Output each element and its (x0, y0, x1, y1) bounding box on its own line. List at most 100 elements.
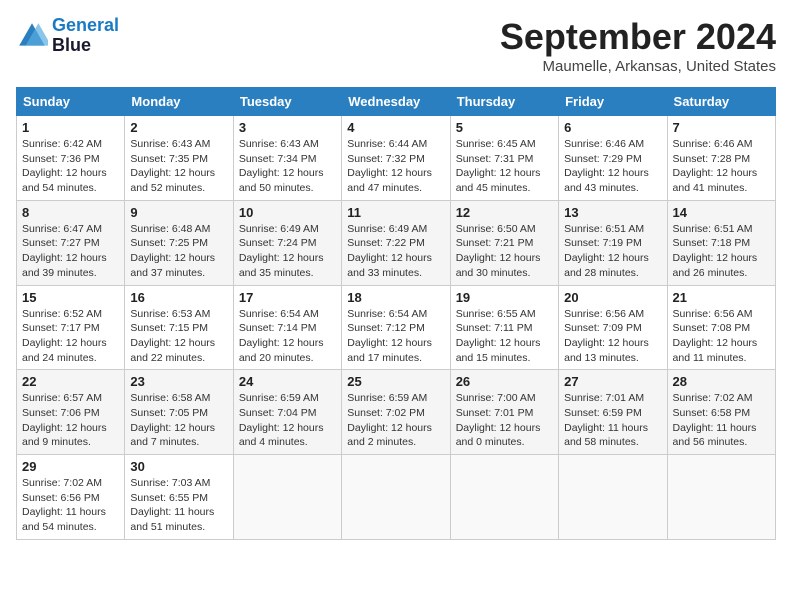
day-number: 3 (239, 120, 336, 135)
calendar-cell: 4 Sunrise: 6:44 AMSunset: 7:32 PMDayligh… (342, 116, 450, 201)
calendar-cell: 8 Sunrise: 6:47 AMSunset: 7:27 PMDayligh… (17, 200, 125, 285)
day-number: 23 (130, 374, 227, 389)
weekday-thursday: Thursday (450, 88, 558, 116)
page-header: General Blue September 2024 Maumelle, Ar… (16, 16, 776, 75)
day-number: 7 (673, 120, 770, 135)
day-info: Sunrise: 6:53 AMSunset: 7:15 PMDaylight:… (130, 307, 227, 366)
day-info: Sunrise: 6:46 AMSunset: 7:29 PMDaylight:… (564, 137, 661, 196)
day-info: Sunrise: 6:47 AMSunset: 7:27 PMDaylight:… (22, 222, 119, 281)
day-info: Sunrise: 6:58 AMSunset: 7:05 PMDaylight:… (130, 391, 227, 450)
calendar-cell: 26 Sunrise: 7:00 AMSunset: 7:01 PMDaylig… (450, 370, 558, 455)
calendar-cell: 7 Sunrise: 6:46 AMSunset: 7:28 PMDayligh… (667, 116, 775, 201)
day-info: Sunrise: 6:52 AMSunset: 7:17 PMDaylight:… (22, 307, 119, 366)
day-number: 25 (347, 374, 444, 389)
day-number: 22 (22, 374, 119, 389)
day-info: Sunrise: 6:56 AMSunset: 7:09 PMDaylight:… (564, 307, 661, 366)
weekday-tuesday: Tuesday (233, 88, 341, 116)
calendar-table: SundayMondayTuesdayWednesdayThursdayFrid… (16, 87, 776, 540)
calendar-cell: 17 Sunrise: 6:54 AMSunset: 7:14 PMDaylig… (233, 285, 341, 370)
logo: General Blue (16, 16, 119, 56)
day-info: Sunrise: 7:01 AMSunset: 6:59 PMDaylight:… (564, 391, 661, 450)
day-info: Sunrise: 6:51 AMSunset: 7:19 PMDaylight:… (564, 222, 661, 281)
calendar-cell (233, 455, 341, 540)
calendar-week-1: 1 Sunrise: 6:42 AMSunset: 7:36 PMDayligh… (17, 116, 776, 201)
day-info: Sunrise: 6:56 AMSunset: 7:08 PMDaylight:… (673, 307, 770, 366)
day-info: Sunrise: 6:45 AMSunset: 7:31 PMDaylight:… (456, 137, 553, 196)
day-number: 9 (130, 205, 227, 220)
day-number: 20 (564, 290, 661, 305)
calendar-cell (342, 455, 450, 540)
weekday-saturday: Saturday (667, 88, 775, 116)
day-number: 17 (239, 290, 336, 305)
day-number: 1 (22, 120, 119, 135)
calendar-cell: 29 Sunrise: 7:02 AMSunset: 6:56 PMDaylig… (17, 455, 125, 540)
weekday-sunday: Sunday (17, 88, 125, 116)
day-number: 26 (456, 374, 553, 389)
calendar-body: 1 Sunrise: 6:42 AMSunset: 7:36 PMDayligh… (17, 116, 776, 540)
logo-text: General Blue (52, 16, 119, 56)
calendar-cell: 18 Sunrise: 6:54 AMSunset: 7:12 PMDaylig… (342, 285, 450, 370)
calendar-cell: 3 Sunrise: 6:43 AMSunset: 7:34 PMDayligh… (233, 116, 341, 201)
day-number: 27 (564, 374, 661, 389)
logo-icon (16, 20, 48, 52)
day-info: Sunrise: 6:43 AMSunset: 7:34 PMDaylight:… (239, 137, 336, 196)
calendar-cell: 15 Sunrise: 6:52 AMSunset: 7:17 PMDaylig… (17, 285, 125, 370)
day-info: Sunrise: 6:50 AMSunset: 7:21 PMDaylight:… (456, 222, 553, 281)
day-number: 12 (456, 205, 553, 220)
day-info: Sunrise: 6:51 AMSunset: 7:18 PMDaylight:… (673, 222, 770, 281)
day-number: 5 (456, 120, 553, 135)
day-info: Sunrise: 6:49 AMSunset: 7:24 PMDaylight:… (239, 222, 336, 281)
calendar-cell: 21 Sunrise: 6:56 AMSunset: 7:08 PMDaylig… (667, 285, 775, 370)
calendar-week-4: 22 Sunrise: 6:57 AMSunset: 7:06 PMDaylig… (17, 370, 776, 455)
calendar-cell: 27 Sunrise: 7:01 AMSunset: 6:59 PMDaylig… (559, 370, 667, 455)
calendar-cell (559, 455, 667, 540)
day-info: Sunrise: 6:42 AMSunset: 7:36 PMDaylight:… (22, 137, 119, 196)
day-number: 11 (347, 205, 444, 220)
calendar-cell (450, 455, 558, 540)
day-info: Sunrise: 6:57 AMSunset: 7:06 PMDaylight:… (22, 391, 119, 450)
day-number: 24 (239, 374, 336, 389)
calendar-week-5: 29 Sunrise: 7:02 AMSunset: 6:56 PMDaylig… (17, 455, 776, 540)
day-info: Sunrise: 6:54 AMSunset: 7:12 PMDaylight:… (347, 307, 444, 366)
day-number: 19 (456, 290, 553, 305)
day-number: 2 (130, 120, 227, 135)
calendar-cell: 24 Sunrise: 6:59 AMSunset: 7:04 PMDaylig… (233, 370, 341, 455)
day-number: 6 (564, 120, 661, 135)
location: Maumelle, Arkansas, United States (500, 58, 776, 75)
calendar-cell: 22 Sunrise: 6:57 AMSunset: 7:06 PMDaylig… (17, 370, 125, 455)
title-block: September 2024 Maumelle, Arkansas, Unite… (500, 16, 776, 75)
day-info: Sunrise: 7:02 AMSunset: 6:58 PMDaylight:… (673, 391, 770, 450)
day-number: 4 (347, 120, 444, 135)
day-number: 18 (347, 290, 444, 305)
day-info: Sunrise: 7:02 AMSunset: 6:56 PMDaylight:… (22, 476, 119, 535)
day-number: 30 (130, 459, 227, 474)
day-info: Sunrise: 6:48 AMSunset: 7:25 PMDaylight:… (130, 222, 227, 281)
calendar-week-2: 8 Sunrise: 6:47 AMSunset: 7:27 PMDayligh… (17, 200, 776, 285)
day-number: 13 (564, 205, 661, 220)
day-number: 15 (22, 290, 119, 305)
calendar-cell: 20 Sunrise: 6:56 AMSunset: 7:09 PMDaylig… (559, 285, 667, 370)
day-info: Sunrise: 6:49 AMSunset: 7:22 PMDaylight:… (347, 222, 444, 281)
day-info: Sunrise: 6:46 AMSunset: 7:28 PMDaylight:… (673, 137, 770, 196)
weekday-header-row: SundayMondayTuesdayWednesdayThursdayFrid… (17, 88, 776, 116)
calendar-cell: 13 Sunrise: 6:51 AMSunset: 7:19 PMDaylig… (559, 200, 667, 285)
day-number: 8 (22, 205, 119, 220)
calendar-cell (667, 455, 775, 540)
weekday-monday: Monday (125, 88, 233, 116)
calendar-cell: 14 Sunrise: 6:51 AMSunset: 7:18 PMDaylig… (667, 200, 775, 285)
day-info: Sunrise: 6:59 AMSunset: 7:02 PMDaylight:… (347, 391, 444, 450)
calendar-cell: 5 Sunrise: 6:45 AMSunset: 7:31 PMDayligh… (450, 116, 558, 201)
weekday-wednesday: Wednesday (342, 88, 450, 116)
day-number: 16 (130, 290, 227, 305)
calendar-cell: 12 Sunrise: 6:50 AMSunset: 7:21 PMDaylig… (450, 200, 558, 285)
calendar-cell: 28 Sunrise: 7:02 AMSunset: 6:58 PMDaylig… (667, 370, 775, 455)
calendar-cell: 10 Sunrise: 6:49 AMSunset: 7:24 PMDaylig… (233, 200, 341, 285)
calendar-cell: 1 Sunrise: 6:42 AMSunset: 7:36 PMDayligh… (17, 116, 125, 201)
calendar-cell: 2 Sunrise: 6:43 AMSunset: 7:35 PMDayligh… (125, 116, 233, 201)
calendar-week-3: 15 Sunrise: 6:52 AMSunset: 7:17 PMDaylig… (17, 285, 776, 370)
day-number: 14 (673, 205, 770, 220)
month-title: September 2024 (500, 16, 776, 58)
day-info: Sunrise: 6:54 AMSunset: 7:14 PMDaylight:… (239, 307, 336, 366)
calendar-cell: 9 Sunrise: 6:48 AMSunset: 7:25 PMDayligh… (125, 200, 233, 285)
weekday-friday: Friday (559, 88, 667, 116)
